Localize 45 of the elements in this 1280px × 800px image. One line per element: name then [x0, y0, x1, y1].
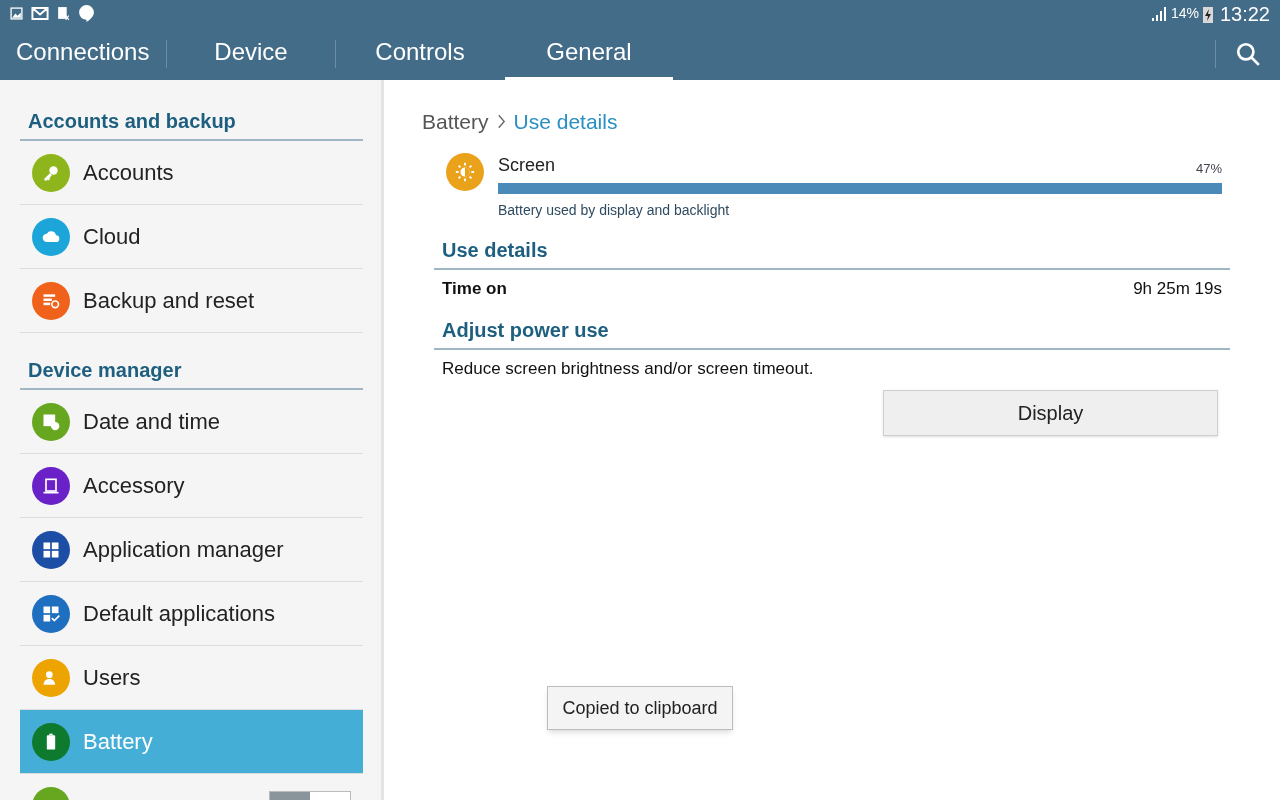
section-header: Adjust power use: [434, 315, 1230, 350]
item-label: Backup and reset: [83, 287, 255, 315]
tab[interactable]: Device: [167, 27, 335, 80]
picture-icon: [10, 7, 23, 20]
list-item[interactable]: Default applications: [20, 582, 363, 646]
item-label: Default applications: [83, 600, 275, 628]
usage-name: Screen: [498, 153, 556, 177]
breadcrumb-current: Use details: [513, 109, 618, 135]
section-header: Device manager: [20, 355, 363, 390]
battery-charging-icon: [1202, 4, 1213, 23]
chat-bubble-icon: [78, 4, 95, 23]
list-item[interactable]: Accounts: [20, 141, 363, 205]
list-item[interactable]: Date and time: [20, 390, 363, 454]
tab[interactable]: Controls: [336, 27, 504, 80]
breadcrumb-item[interactable]: Battery: [422, 106, 489, 138]
section-header: Accounts and backup: [20, 106, 363, 141]
item-label: Accessory: [83, 472, 185, 500]
row-label: Time on: [442, 277, 507, 300]
mail-icon: [31, 7, 49, 20]
list-item[interactable]: Accessory: [20, 454, 363, 518]
row-value: 9h 25m 19s: [1133, 277, 1222, 300]
item-label: Users: [83, 664, 141, 692]
item-label: Accounts: [83, 159, 174, 187]
section-header: Use details: [434, 234, 1230, 270]
battery-percent: 14%: [1170, 4, 1199, 23]
tab[interactable]: Connections: [0, 27, 166, 80]
item-label: Application manager: [83, 536, 284, 564]
list-item[interactable]: Application manager: [20, 518, 363, 582]
brightness-icon: [446, 152, 484, 191]
clock: 13:22: [1219, 1, 1270, 27]
display-button[interactable]: Display: [883, 389, 1218, 436]
search-icon: [1235, 40, 1261, 67]
tab[interactable]: General: [505, 27, 673, 80]
usage-percent: 47%: [1195, 160, 1222, 178]
item-label: Date and time: [83, 408, 220, 436]
usage-description: Battery used by display and backlight: [498, 200, 731, 220]
signal-icon: [1150, 5, 1167, 22]
chevron-icon: [496, 114, 506, 130]
item-label: Battery: [83, 728, 153, 756]
list-item[interactable]: Backup and reset: [20, 269, 363, 333]
adjust-text: Reduce screen brightness and/or screen timeout.: [441, 358, 815, 380]
toast: Copied to clipboard: [547, 686, 733, 730]
item-label: Cloud: [83, 223, 141, 251]
document-icon: [57, 6, 70, 21]
list-item[interactable]: Cloud: [20, 205, 363, 269]
